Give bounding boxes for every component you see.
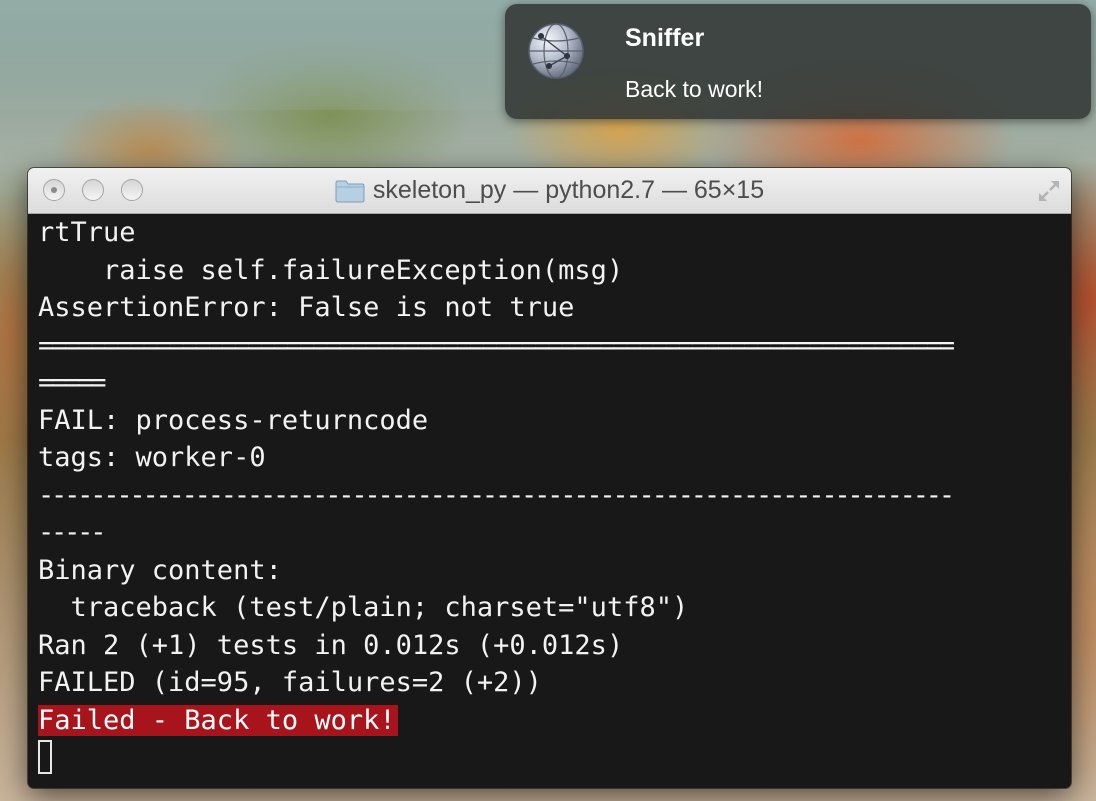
terminal-window[interactable]: skeleton_py — python2.7 — 65×15 rtTrue r… xyxy=(28,168,1071,788)
terminal-line: ----- xyxy=(38,517,106,548)
terminal-prompt-line[interactable] xyxy=(38,739,1071,777)
terminal-line: ----------------------------------------… xyxy=(38,479,955,511)
terminal-line: raise self.failureException(msg) xyxy=(38,254,624,286)
failed-status-highlight: Failed - Back to work! xyxy=(38,704,398,736)
terminal-line: AssertionError: False is not true xyxy=(38,292,575,323)
terminal-line: ===== xyxy=(38,367,106,398)
notification-banner[interactable]: Sniffer Back to work! xyxy=(505,4,1091,119)
notification-title: Sniffer xyxy=(625,24,705,52)
terminal-line: traceback (test/plain; charset="utf8") xyxy=(38,592,689,623)
window-titlebar[interactable]: skeleton_py — python2.7 — 65×15 xyxy=(28,168,1071,214)
terminal-output[interactable]: rtTrue raise self.failureException(msg) … xyxy=(28,214,1071,788)
terminal-line: rtTrue xyxy=(38,217,136,248)
notification-message: Back to work! xyxy=(625,76,764,102)
window-title-wrap: skeleton_py — python2.7 — 65×15 xyxy=(28,168,1071,213)
folder-icon xyxy=(335,180,365,202)
fullscreen-icon[interactable] xyxy=(1035,177,1063,205)
window-title: skeleton_py — python2.7 — 65×15 xyxy=(372,176,765,204)
network-globe-icon xyxy=(528,23,584,79)
terminal-status-line: Failed - Back to work! xyxy=(38,702,1071,740)
terminal-line: ========================================… xyxy=(38,329,955,361)
terminal-line: FAIL: process-returncode xyxy=(38,404,429,436)
terminal-line: Ran 2 (+1) tests in 0.012s (+0.012s) xyxy=(38,629,624,661)
terminal-line: tags: worker-0 xyxy=(38,442,266,473)
terminal-cursor xyxy=(38,739,52,774)
terminal-line: FAILED (id=95, failures=2 (+2)) xyxy=(38,667,542,698)
terminal-line: Binary content: xyxy=(38,554,282,586)
desktop-background: Sniffer Back to work! skeleton_py — pyth… xyxy=(0,0,1096,801)
